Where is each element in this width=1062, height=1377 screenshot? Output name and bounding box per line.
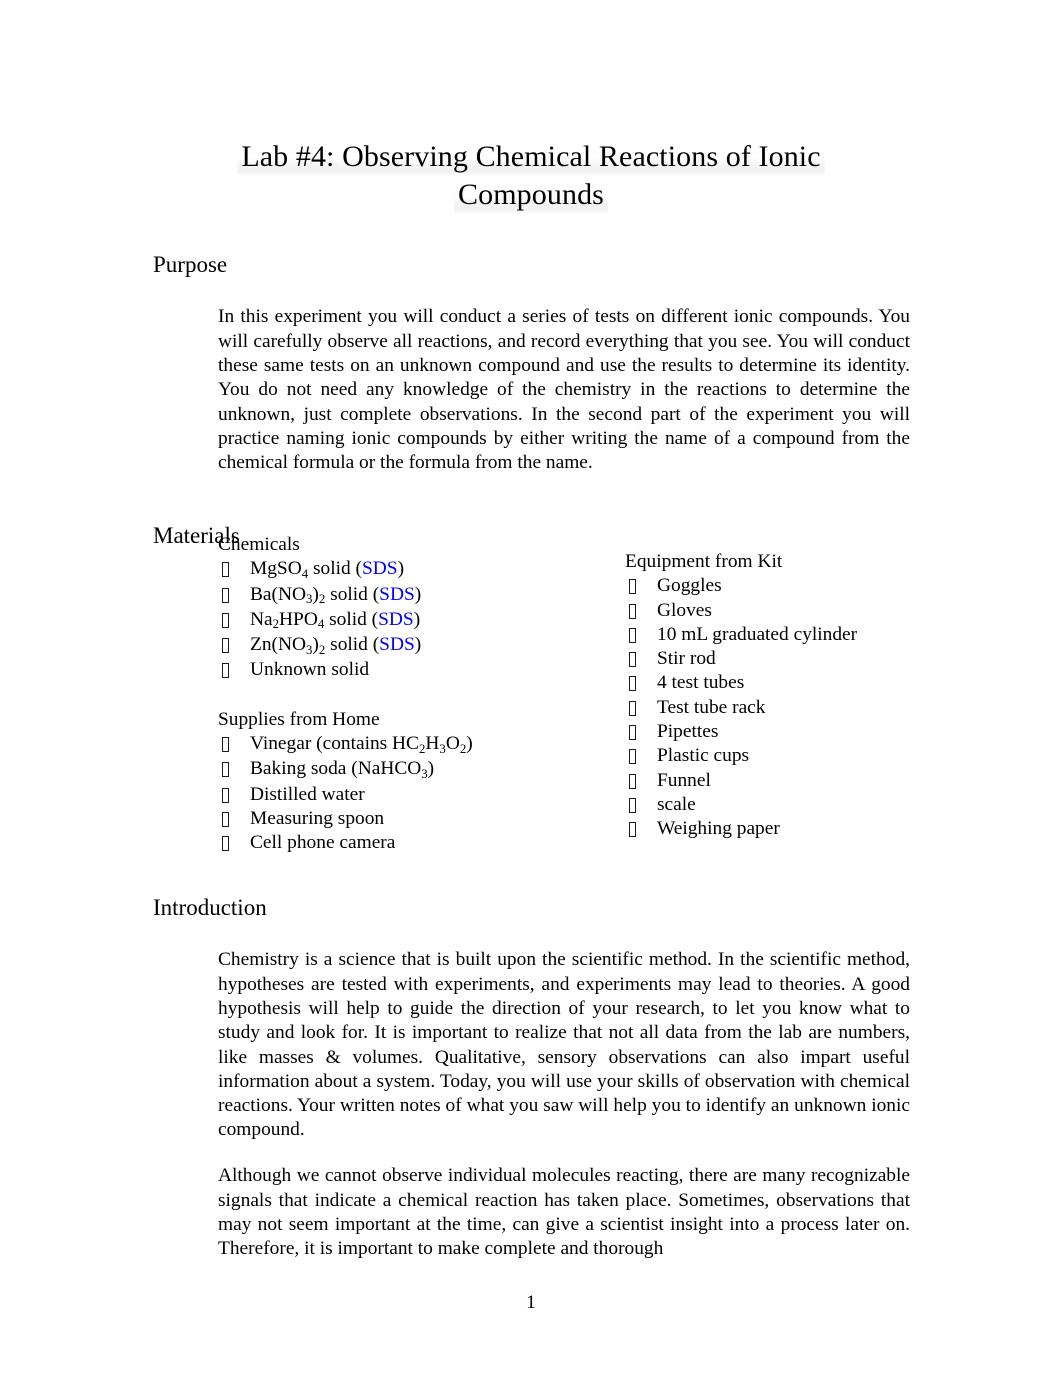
equipment-from-kit-list: Goggles Gloves 10 mL graduated cylinder Sti… — [625, 574, 925, 841]
equipment-item-label: scale — [657, 793, 696, 815]
supply-item-label: Distilled water — [250, 783, 365, 805]
supply-item: Measuring spoon — [218, 807, 608, 831]
equipment-item: Stir rod — [625, 647, 925, 671]
sds-link[interactable]: SDS — [379, 634, 415, 655]
equipment-item: 4 test tubes — [625, 671, 925, 695]
supplies-from-home-label: Supplies from Home — [218, 708, 380, 730]
bullet-box-icon — [629, 773, 636, 789]
supply-item: Baking soda (NaHCO3) — [218, 757, 608, 782]
materials-right-column: Equipment from Kit Goggles Gloves 10 mL gr… — [625, 550, 925, 842]
bullet-box-icon — [629, 652, 636, 668]
chemical-item: MgSO4 solid (SDS) — [218, 557, 608, 582]
bullet-box-icon — [629, 797, 636, 813]
bullet-box-icon — [222, 638, 229, 654]
bullet-box-icon — [629, 627, 636, 643]
supply-item-label: Baking soda (NaHCO3) — [250, 758, 435, 781]
supplies-from-home-list: Vinegar (contains HC2H3O2) Baking soda (N… — [218, 732, 608, 855]
bullet-box-icon — [629, 603, 636, 619]
bullet-box-icon — [629, 822, 636, 838]
equipment-item-label: Funnel — [657, 769, 711, 791]
sds-link[interactable]: SDS — [378, 609, 414, 630]
equipment-item-label: Goggles — [657, 575, 722, 597]
bullet-box-icon — [222, 836, 229, 852]
chemical-item: Unknown solid — [218, 658, 608, 682]
bullet-box-icon — [222, 762, 229, 778]
equipment-item-label: Gloves — [657, 599, 712, 621]
bullet-box-icon — [222, 787, 229, 803]
document-title: Lab #4: Observing Chemical Reactions of … — [153, 138, 909, 215]
bullet-box-icon — [222, 562, 229, 578]
bullet-box-icon — [629, 579, 636, 595]
sds-link[interactable]: SDS — [379, 584, 415, 605]
equipment-item: Funnel — [625, 769, 925, 793]
supply-item: Vinegar (contains HC2H3O2) — [218, 732, 608, 757]
bullet-box-icon — [222, 737, 229, 753]
chemical-item-label: Na2HPO4 solid (SDS) — [250, 608, 421, 632]
chemical-item: Zn(NO3)2 solid (SDS) — [218, 633, 608, 658]
column-spacer — [218, 683, 608, 708]
equipment-item-label: 10 mL graduated cylinder — [657, 623, 858, 645]
chemicals-label: Chemicals — [218, 534, 300, 555]
equipment-item: Plastic cups — [625, 744, 925, 768]
bullet-box-icon — [629, 749, 636, 765]
bullet-box-icon — [222, 587, 229, 603]
chemicals-list: MgSO4 solid (SDS) Ba(NO3)2 solid (SDS) Na2… — [218, 557, 608, 682]
document-page: Lab #4: Observing Chemical Reactions of … — [0, 0, 1062, 1377]
section-heading-introduction: Introduction — [153, 895, 267, 921]
supply-item-label: Vinegar (contains HC2H3O2) — [250, 733, 473, 756]
supply-item-label: Measuring spoon — [250, 807, 385, 829]
document-title-line-2: Compounds — [454, 176, 608, 215]
document-title-line-1: Lab #4: Observing Chemical Reactions of … — [237, 138, 825, 177]
paragraph-purpose: In this experiment you will conduct a se… — [218, 306, 910, 474]
bullet-box-icon — [222, 612, 229, 628]
equipment-item-label: Weighing paper — [657, 818, 780, 840]
equipment-item-label: 4 test tubes — [657, 672, 745, 694]
bullet-box-icon — [629, 725, 636, 741]
equipment-item: Test tube rack — [625, 696, 925, 720]
equipment-from-kit-label: Equipment from Kit — [625, 551, 783, 572]
equipment-item-label: Pipettes — [657, 721, 719, 743]
chemical-item-label: Zn(NO3)2 solid (SDS) — [250, 634, 422, 657]
materials-left-column: Chemicals MgSO4 solid (SDS) Ba(NO3)2 soli… — [218, 533, 608, 856]
equipment-item-label: Test tube rack — [657, 696, 766, 718]
bullet-box-icon — [629, 700, 636, 716]
supply-item: Distilled water — [218, 783, 608, 807]
supply-item-label: Cell phone camera — [250, 832, 396, 854]
bullet-box-icon — [629, 676, 636, 692]
equipment-item: 10 mL graduated cylinder — [625, 623, 925, 647]
chemical-item: Na2HPO4 solid (SDS) — [218, 608, 608, 633]
bullet-box-icon — [222, 663, 229, 679]
equipment-item-label: Stir rod — [657, 648, 716, 670]
paragraph-introduction-2: Although we cannot observe individual mo… — [218, 1165, 910, 1260]
chemical-item-label: MgSO4 solid (SDS) — [250, 558, 405, 581]
paragraph-introduction-1: Chemistry is a science that is built upo… — [218, 949, 910, 1141]
sds-link[interactable]: SDS — [362, 558, 398, 579]
chemical-item: Ba(NO3)2 solid (SDS) — [218, 583, 608, 608]
equipment-item: Goggles — [625, 574, 925, 598]
page-number: 1 — [526, 1292, 536, 1313]
equipment-item-label: Plastic cups — [657, 745, 750, 767]
section-heading-purpose: Purpose — [153, 252, 228, 278]
equipment-item: Gloves — [625, 599, 925, 623]
equipment-item: Pipettes — [625, 720, 925, 744]
supply-item: Cell phone camera — [218, 831, 608, 855]
chemical-item-label: Unknown solid — [250, 659, 370, 681]
equipment-item: scale — [625, 793, 925, 817]
chemical-item-label: Ba(NO3)2 solid (SDS) — [250, 583, 422, 607]
equipment-item: Weighing paper — [625, 817, 925, 841]
bullet-box-icon — [222, 811, 229, 827]
